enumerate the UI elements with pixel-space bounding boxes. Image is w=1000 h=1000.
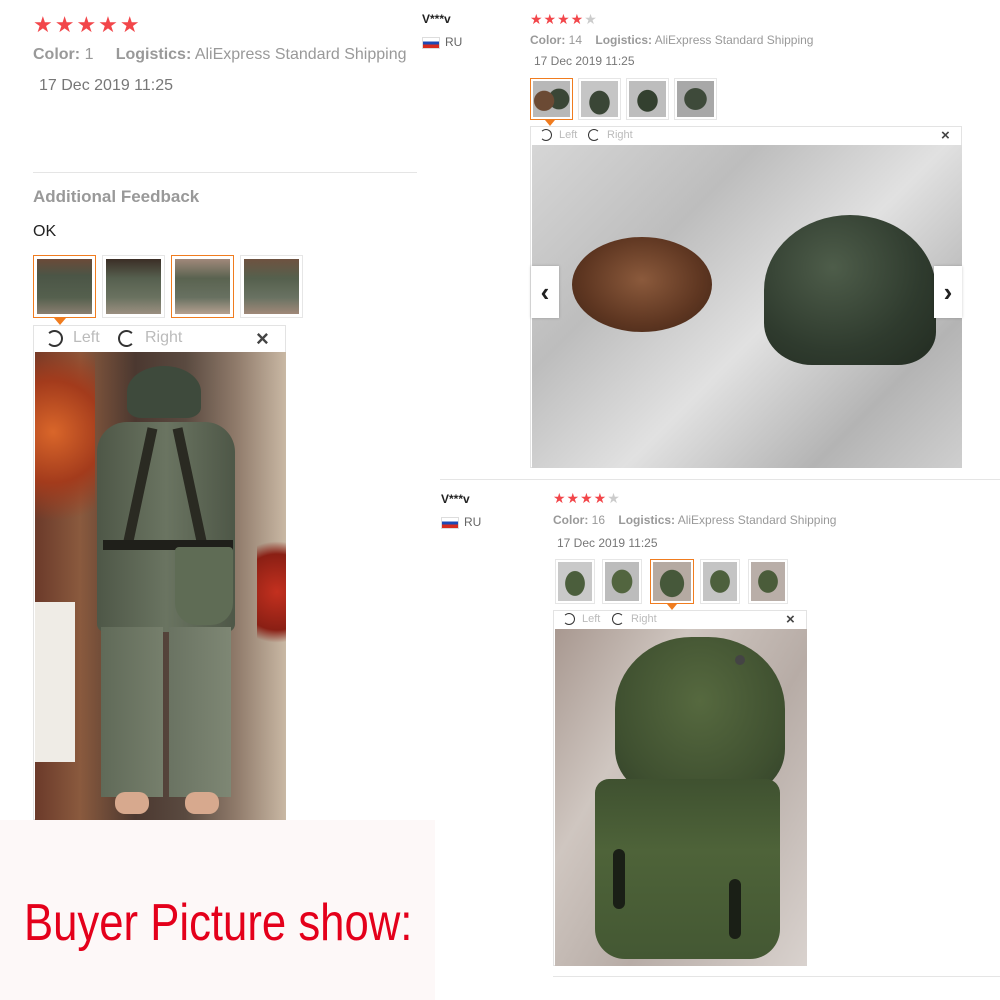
additional-feedback-heading: Additional Feedback — [33, 187, 200, 206]
color-label: Color: — [33, 46, 81, 63]
logistics-label: Logistics: — [595, 33, 653, 47]
review-photo — [532, 145, 962, 468]
rating-stars: ★★★★★ — [33, 12, 142, 37]
next-photo-button[interactable]: › — [934, 266, 962, 318]
close-viewer-button[interactable]: × — [941, 127, 950, 144]
rotate-left-button[interactable]: Left — [46, 329, 100, 347]
logistics-value: AliExpress Standard Shipping — [677, 513, 837, 527]
country-code: RU — [464, 515, 482, 529]
rotate-right-icon — [118, 329, 135, 347]
reviewer-country: RU — [441, 515, 481, 529]
logistics-label: Logistics: — [115, 46, 192, 63]
rotate-left-label: Left — [582, 613, 601, 625]
rotate-left-icon — [46, 329, 63, 347]
review-photo-thumb[interactable] — [674, 78, 717, 120]
review-photo-thumb[interactable] — [530, 78, 573, 120]
country-code: RU — [445, 35, 463, 49]
review-photo-thumb[interactable] — [240, 255, 303, 318]
buyer-picture-banner: Buyer Picture show: — [24, 894, 413, 952]
color-label: Color: — [530, 33, 566, 47]
active-thumb-indicator — [54, 318, 66, 325]
logistics-value: AliExpress Standard Shipping — [194, 46, 407, 63]
review-photo — [35, 352, 286, 820]
review-photo-thumb[interactable] — [102, 255, 165, 318]
divider — [553, 976, 1000, 977]
rotate-left-label: Left — [73, 329, 100, 346]
chevron-right-icon: › — [943, 276, 953, 307]
color-value: 16 — [591, 513, 606, 527]
photo-viewer: Left Right × — [553, 610, 807, 966]
review-photo-thumb[interactable] — [578, 78, 621, 120]
rotate-left-icon — [563, 613, 575, 625]
russia-flag-icon — [441, 516, 459, 529]
review-photo-thumb[interactable] — [626, 78, 669, 120]
review-date: 17 Dec 2019 11:25 — [557, 536, 658, 550]
divider — [440, 479, 1000, 480]
order-meta: Color: 1 Logistics: AliExpress Standard … — [33, 46, 407, 64]
rotate-right-label: Right — [145, 329, 183, 346]
stars-empty: ★ — [607, 490, 621, 506]
color-value: 1 — [84, 46, 94, 63]
rotate-right-button[interactable]: Right — [118, 329, 182, 347]
reviewer-country: RU — [422, 35, 462, 49]
reviewer-name: V***v — [422, 12, 451, 26]
review-photo-thumb[interactable] — [171, 255, 234, 318]
review-date: 17 Dec 2019 11:25 — [534, 54, 635, 68]
stars-filled: ★★★★ — [530, 11, 585, 27]
review-photo-thumb[interactable] — [650, 559, 694, 604]
divider — [33, 172, 417, 173]
review-date: 17 Dec 2019 11:25 — [39, 77, 174, 94]
rotate-right-label: Right — [631, 613, 657, 625]
rotate-left-icon — [540, 129, 552, 141]
close-viewer-button[interactable]: × — [256, 326, 269, 352]
rotate-right-button[interactable]: Right — [612, 613, 657, 625]
rotate-right-button[interactable]: Right — [588, 129, 633, 141]
photo-viewer: Left Right × ‹ › — [530, 126, 962, 468]
additional-feedback-text: OK — [33, 223, 57, 240]
close-viewer-button[interactable]: × — [786, 611, 795, 628]
rotate-left-button[interactable]: Left — [540, 129, 577, 141]
review-photo-thumb[interactable] — [700, 559, 740, 604]
review-photo-thumb[interactable] — [33, 255, 96, 318]
reviewer-name: V***v — [441, 492, 470, 506]
review-photo-thumb[interactable] — [602, 559, 642, 604]
rating-stars: ★★★★★ — [530, 11, 598, 28]
review-photo — [555, 629, 807, 966]
russia-flag-icon — [422, 36, 440, 49]
rotate-right-icon — [612, 613, 624, 625]
chevron-left-icon: ‹ — [540, 276, 550, 307]
stars-filled: ★★★★ — [553, 490, 608, 506]
stars-empty: ★ — [584, 11, 598, 27]
rotate-left-label: Left — [559, 129, 578, 141]
rotate-right-label: Right — [607, 129, 633, 141]
logistics-label: Logistics: — [618, 513, 676, 527]
color-value: 14 — [568, 33, 583, 47]
color-label: Color: — [553, 513, 589, 527]
review-photo-thumb[interactable] — [748, 559, 788, 604]
photo-viewer: Left Right × — [33, 325, 286, 820]
logistics-value: AliExpress Standard Shipping — [654, 33, 814, 47]
review-photo-thumb[interactable] — [555, 559, 595, 604]
rotate-left-button[interactable]: Left — [563, 613, 600, 625]
order-meta: Color: 14 Logistics: AliExpress Standard… — [530, 33, 813, 47]
order-meta: Color: 16 Logistics: AliExpress Standard… — [553, 513, 836, 527]
rotate-right-icon — [588, 129, 600, 141]
rating-stars: ★★★★★ — [553, 490, 621, 507]
previous-photo-button[interactable]: ‹ — [531, 266, 559, 318]
